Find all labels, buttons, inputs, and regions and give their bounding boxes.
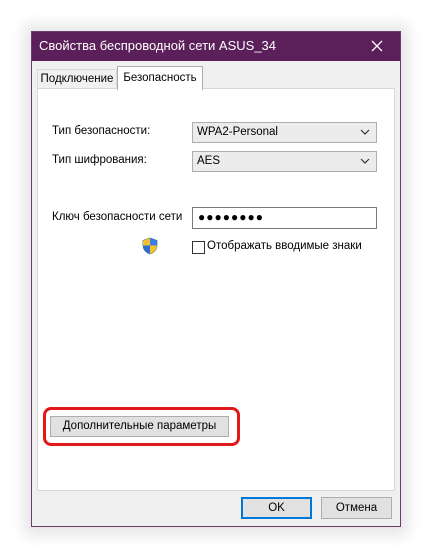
security-type-select[interactable]: WPA2-Personal <box>192 122 377 143</box>
show-characters-checkbox[interactable] <box>192 241 205 254</box>
chevron-down-icon <box>360 129 370 135</box>
encryption-type-label: Тип шифрования: <box>52 154 147 166</box>
security-key-label: Ключ безопасности сети <box>52 211 183 223</box>
close-button[interactable] <box>354 32 400 61</box>
security-key-input[interactable]: ●●●●●●●● <box>192 207 377 229</box>
tab-strip: Подключение Безопасность <box>37 66 397 90</box>
cancel-label: Отмена <box>335 502 378 514</box>
security-type-label: Тип безопасности: <box>52 125 151 137</box>
ok-label: OK <box>268 502 285 514</box>
tab-connection-label: Подключение <box>40 73 114 85</box>
close-icon <box>371 40 383 52</box>
encryption-type-value: AES <box>197 155 221 167</box>
security-type-value: WPA2-Personal <box>197 126 278 138</box>
chevron-down-icon <box>360 158 370 164</box>
cancel-button[interactable]: Отмена <box>321 497 392 519</box>
tab-security-label: Безопасность <box>123 72 197 84</box>
title-bar[interactable]: Свойства беспроводной сети ASUS_34 <box>32 32 400 61</box>
tab-connection[interactable]: Подключение <box>37 69 117 88</box>
wireless-properties-dialog: Свойства беспроводной сети ASUS_34 Подкл… <box>31 31 401 527</box>
show-characters-label[interactable]: Отображать вводимые знаки <box>207 240 362 252</box>
uac-shield-icon <box>142 237 158 255</box>
highlight-annotation <box>43 407 240 446</box>
security-panel: Тип безопасности: WPA2-Personal Тип шифр… <box>37 88 395 491</box>
window-title: Свойства беспроводной сети ASUS_34 <box>39 38 277 53</box>
tab-security[interactable]: Безопасность <box>117 66 203 90</box>
ok-button[interactable]: OK <box>241 497 312 519</box>
encryption-type-select[interactable]: AES <box>192 151 377 172</box>
